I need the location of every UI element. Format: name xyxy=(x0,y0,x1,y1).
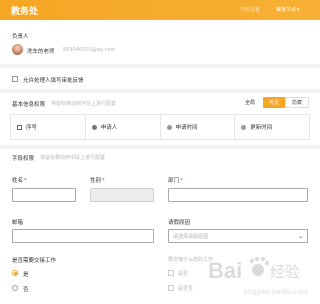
handover-no-radio[interactable] xyxy=(12,285,18,291)
field-cell-update-time[interactable]: 更新时间 xyxy=(235,115,309,139)
approval-node-dropdown[interactable]: 审批节点▾ xyxy=(276,6,300,13)
watermark-suffix: 经验 xyxy=(270,263,300,281)
owner-label: 负责人 xyxy=(12,34,29,40)
gender-label: 性别* xyxy=(90,176,105,184)
leave-reason-placeholder: 请选择请假原因 xyxy=(173,233,209,240)
handover-who-option: 是否否 xyxy=(178,286,194,292)
section-divider xyxy=(0,89,320,93)
required-mark: * xyxy=(180,178,183,184)
basic-permission-hint: 将鼠标移动到字段上进行配置 xyxy=(51,101,117,107)
dept-label: 部门* xyxy=(168,176,183,184)
field-label: 更新时间 xyxy=(250,125,273,131)
handover-yes-radio[interactable] xyxy=(12,270,18,276)
dept-label-text: 部门 xyxy=(168,178,180,184)
user-icon xyxy=(91,124,97,130)
field-cell-applicant[interactable]: 申请人 xyxy=(86,115,161,139)
header-bar: 教务处 节点设置 审批节点▾ xyxy=(0,0,320,20)
handover-no-label: 否 xyxy=(23,287,29,293)
basic-permission-title: 基本信息权限 xyxy=(12,102,46,108)
field-label: 申请人 xyxy=(100,125,118,131)
owner-name: 洗车的老师 xyxy=(27,49,55,55)
handover-label: 是否需要交接工作 xyxy=(12,258,57,264)
email-field[interactable] xyxy=(12,229,154,243)
gender-label-text: 性别 xyxy=(90,178,102,184)
checkbox-icon xyxy=(17,124,22,130)
section-divider xyxy=(0,145,320,149)
field-permission-title: 字段权限 xyxy=(12,156,35,162)
gender-input[interactable] xyxy=(90,188,154,202)
clock-icon xyxy=(166,124,172,130)
allow-feedback-checkbox[interactable] xyxy=(12,76,18,82)
segment-hidden[interactable]: 隐藏 xyxy=(285,97,309,108)
chevron-down-icon: ⌄ xyxy=(297,233,303,240)
segment-visible[interactable]: 可见 xyxy=(263,97,285,108)
clock-icon xyxy=(241,124,247,130)
dept-input[interactable] xyxy=(168,188,308,202)
field-cell-index[interactable]: 序号 xyxy=(11,115,86,139)
handover-who-option: 是否 xyxy=(178,271,189,277)
handover-who-checkbox[interactable] xyxy=(168,270,174,276)
leave-reason-select[interactable]: 请选择请假原因 ⌄ xyxy=(168,229,308,243)
baidu-jingyan-watermark: Bai 经验 jingyan.baidu.com xyxy=(208,256,309,296)
segment-all[interactable]: 全局 xyxy=(241,97,259,108)
basic-field-row: 序号 申请人 申请时间 更新时间 xyxy=(10,114,310,140)
field-label: 申请时间 xyxy=(175,125,198,131)
chevron-down-icon: ▾ xyxy=(297,7,300,13)
watermark-text: Bai xyxy=(208,258,242,283)
required-mark: * xyxy=(24,178,27,184)
required-mark: * xyxy=(102,178,105,184)
name-label: 姓名* xyxy=(12,176,27,184)
watermark-url: jingyan.baidu.com xyxy=(243,288,309,296)
avatar xyxy=(12,44,23,55)
page-title: 教务处 xyxy=(11,6,39,17)
field-cell-apply-time[interactable]: 申请时间 xyxy=(161,115,236,139)
name-label-text: 姓名 xyxy=(12,178,24,184)
handover-yes-label: 是 xyxy=(23,272,29,278)
allow-feedback-label: 允许处理人填写审批反馈 xyxy=(23,78,84,84)
handover-who-checkbox[interactable] xyxy=(168,285,174,291)
name-input[interactable] xyxy=(12,188,76,202)
leave-reason-label: 请假原因 xyxy=(168,220,191,226)
field-permission-hint: 将鼠标移动到字段上进行配置 xyxy=(40,155,106,161)
node-settings-link[interactable]: 节点设置 xyxy=(240,6,260,13)
email-label: 邮箱 xyxy=(12,220,24,226)
section-divider xyxy=(0,64,320,68)
approval-node-label: 审批节点 xyxy=(276,7,297,13)
owner-email: 853046310@qq.com xyxy=(63,47,116,53)
field-label: 序号 xyxy=(26,125,38,131)
